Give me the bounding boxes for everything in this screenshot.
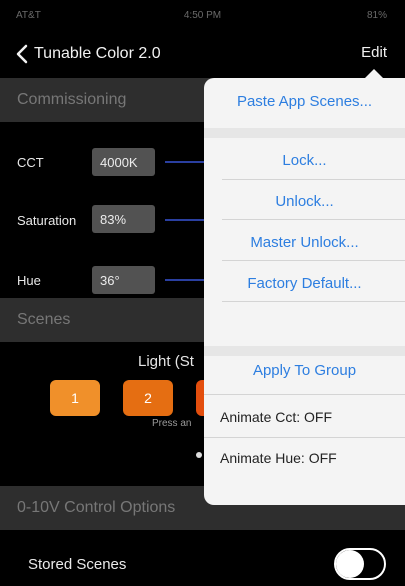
popover-caret xyxy=(364,69,384,79)
master-unlock-item[interactable]: Master Unlock... xyxy=(204,234,405,251)
edit-button[interactable]: Edit xyxy=(361,44,387,61)
hue-slider[interactable] xyxy=(165,279,205,281)
section-title: 0-10V Control Options xyxy=(17,499,176,516)
factory-default-item[interactable]: Factory Default... xyxy=(204,275,405,292)
section-title: Scenes xyxy=(17,311,71,328)
cct-value-field[interactable]: 4000K xyxy=(92,148,155,176)
cct-value: 4000K xyxy=(100,155,138,170)
status-bar: AT&T 4:50 PM 81% xyxy=(0,0,405,30)
section-title: Commissioning xyxy=(17,91,127,108)
cct-label: CCT xyxy=(17,155,44,170)
hue-label: Hue xyxy=(17,273,41,288)
scene-button-label: 1 xyxy=(71,390,79,406)
light-scenes-title: Light (St xyxy=(138,353,194,370)
popover-group-gap xyxy=(204,346,405,356)
menu-divider xyxy=(222,219,405,220)
hue-value: 36° xyxy=(100,273,120,288)
saturation-value: 83% xyxy=(100,212,127,227)
scene-button-label: 2 xyxy=(144,390,152,406)
menu-divider xyxy=(222,260,405,261)
popover-group-gap xyxy=(204,128,405,138)
back-label: Tunable Color 2.0 xyxy=(34,45,161,62)
edit-popover-menu: Paste App Scenes... Lock... Unlock... Ma… xyxy=(204,69,405,505)
hue-value-field[interactable]: 36° xyxy=(92,266,155,294)
stored-scenes-label: Stored Scenes xyxy=(28,556,127,573)
clock-label: 4:50 PM xyxy=(183,10,222,21)
scene-hint-text: Press an xyxy=(152,418,192,429)
saturation-slider[interactable] xyxy=(165,219,205,221)
navigation-bar: Tunable Color 2.0 Edit xyxy=(0,30,405,78)
scene-button-2[interactable]: 2 xyxy=(123,380,173,416)
stored-scenes-toggle[interactable] xyxy=(334,548,386,580)
unlock-item[interactable]: Unlock... xyxy=(204,193,405,210)
menu-divider xyxy=(204,437,405,438)
saturation-label: Saturation xyxy=(17,213,77,228)
animate-cct-item[interactable]: Animate Cct: OFF xyxy=(220,409,332,425)
paste-app-scenes-item[interactable]: Paste App Scenes... xyxy=(204,93,405,110)
cct-slider[interactable] xyxy=(165,161,205,163)
chevron-left-icon xyxy=(16,44,28,64)
scene-button-1[interactable]: 1 xyxy=(50,380,100,416)
battery-label: 81% xyxy=(366,10,387,21)
page-indicator-dot xyxy=(196,452,202,458)
menu-divider xyxy=(204,394,405,395)
menu-divider xyxy=(222,179,405,180)
saturation-value-field[interactable]: 83% xyxy=(92,205,155,233)
toggle-knob xyxy=(336,550,364,578)
apply-to-group-item[interactable]: Apply To Group xyxy=(204,362,405,379)
lock-item[interactable]: Lock... xyxy=(204,152,405,169)
menu-divider xyxy=(222,301,405,302)
back-button[interactable]: Tunable Color 2.0 xyxy=(16,42,161,66)
animate-hue-item[interactable]: Animate Hue: OFF xyxy=(220,450,337,466)
